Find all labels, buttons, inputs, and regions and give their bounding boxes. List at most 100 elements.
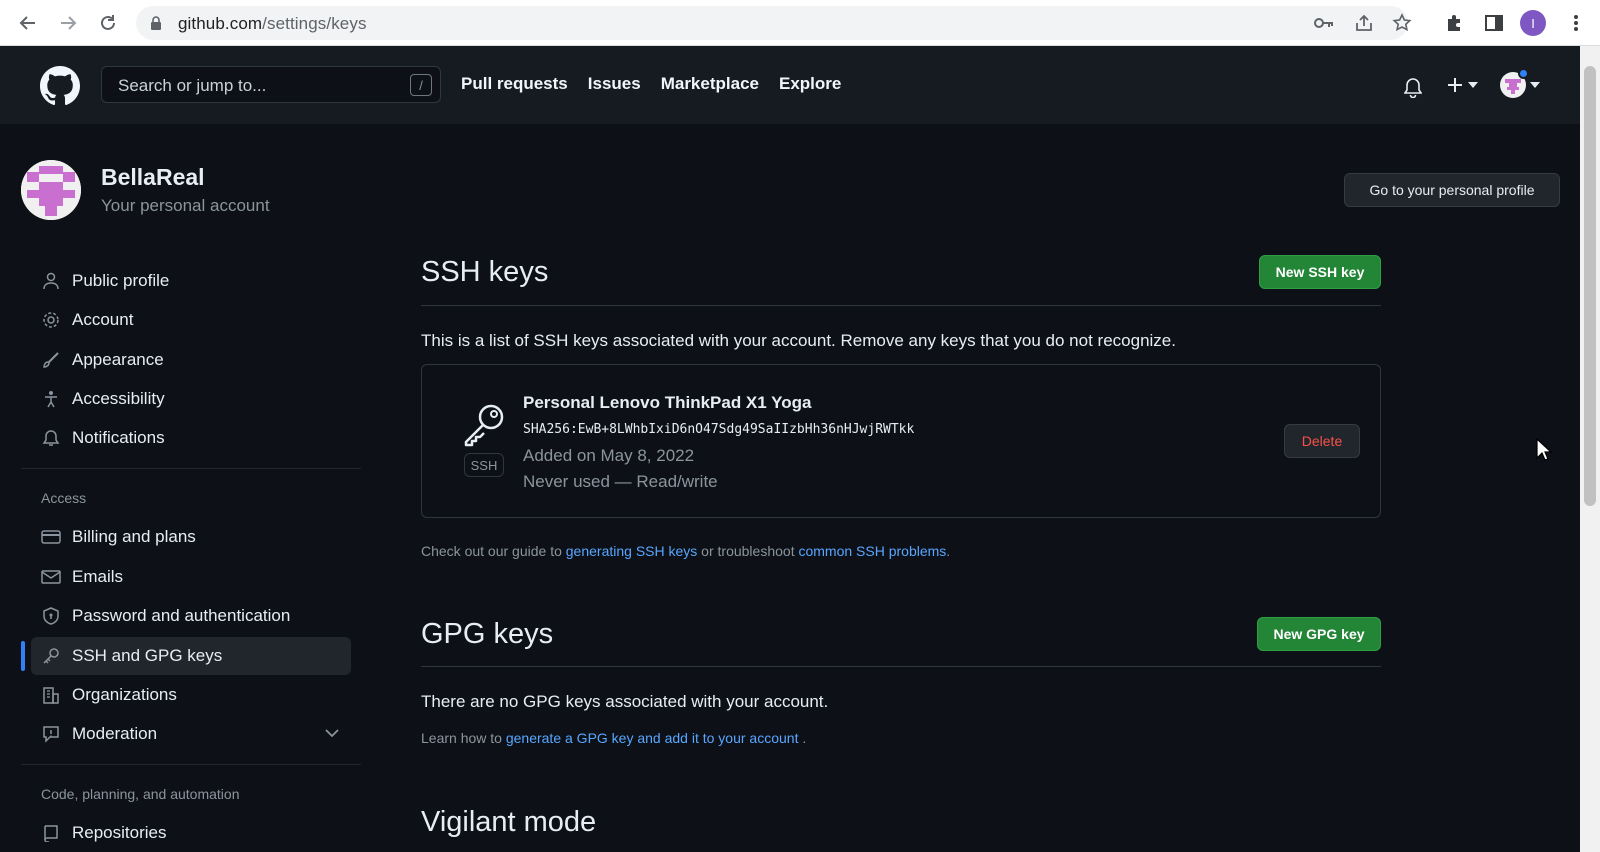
lock-icon [151, 16, 161, 30]
sidebar-item-label: Emails [72, 567, 124, 586]
nav-pull-requests[interactable]: Pull requests [461, 74, 568, 94]
url-text: github.com/settings/keys [178, 14, 367, 33]
user-name[interactable]: BellaReal [101, 164, 205, 191]
bell-icon [40, 427, 62, 449]
browser-menu-button[interactable] [1562, 9, 1590, 37]
section-divider [421, 305, 1381, 306]
sidebar-item-label: Appearance [72, 350, 164, 369]
delete-ssh-key-button[interactable]: Delete [1284, 424, 1360, 458]
sidebar-heading-code: Code, planning, and automation [41, 786, 240, 802]
sidebar-item-label: Account [72, 310, 134, 329]
sidebar-item-label: Notifications [72, 428, 165, 447]
sidebar-item-repositories[interactable]: Repositories [31, 814, 351, 852]
ssh-key-card: SSH Personal Lenovo ThinkPad X1 Yoga SHA… [421, 364, 1381, 518]
back-button[interactable] [14, 9, 42, 37]
nav-explore[interactable]: Explore [779, 74, 841, 94]
sidebar-divider [21, 468, 361, 469]
organization-icon [40, 684, 62, 706]
bell-icon[interactable] [1404, 78, 1422, 98]
nav-marketplace[interactable]: Marketplace [661, 74, 759, 94]
sidebar-item-accessibility[interactable]: Accessibility [31, 380, 351, 418]
ssh-keys-heading: SSH keys [421, 256, 549, 288]
plus-icon [1448, 78, 1462, 92]
user-avatar[interactable] [21, 160, 81, 220]
active-indicator [21, 641, 25, 671]
gpg-keys-description: There are no GPG keys associated with yo… [421, 692, 829, 711]
repo-icon [40, 822, 62, 844]
browser-profile-avatar[interactable]: I [1520, 10, 1546, 36]
paintbrush-icon [40, 349, 62, 371]
ssh-key-title: Personal Lenovo ThinkPad X1 Yoga [523, 393, 812, 412]
key-icon [40, 645, 62, 667]
user-account-type: Your personal account [101, 196, 270, 215]
accessibility-icon [40, 388, 62, 410]
mail-icon [40, 566, 62, 588]
generating-ssh-keys-link[interactable]: generating SSH keys [566, 543, 698, 559]
chevron-down-icon[interactable] [325, 729, 339, 738]
forward-button[interactable] [54, 9, 82, 37]
github-header: Search or jump to... / Pull requests Iss… [0, 46, 1580, 124]
search-input[interactable]: Search or jump to... / [101, 66, 441, 103]
sidebar-item-organizations[interactable]: Organizations [31, 676, 351, 714]
gear-icon [40, 309, 62, 331]
ssh-key-added-date: Added on May 8, 2022 [523, 446, 695, 465]
go-to-profile-button[interactable]: Go to your personal profile [1344, 173, 1560, 207]
sidebar-heading-access: Access [41, 490, 87, 506]
reload-button[interactable] [94, 9, 122, 37]
share-icon [1356, 14, 1372, 31]
sidebar-item-label: Public profile [72, 271, 170, 290]
new-ssh-key-button[interactable]: New SSH key [1259, 255, 1381, 289]
mouse-cursor-icon [1536, 438, 1552, 461]
sidebar-item-label: Accessibility [72, 389, 165, 408]
sidebar-divider [21, 764, 361, 765]
caret-down-icon [1530, 82, 1540, 88]
new-gpg-key-button[interactable]: New GPG key [1257, 617, 1381, 651]
sidebar-item-emails[interactable]: Emails [31, 558, 351, 596]
sidebar-item-label: Billing and plans [72, 527, 196, 546]
vigilant-mode-heading: Vigilant mode [421, 806, 597, 838]
section-divider [421, 666, 1381, 667]
ssh-key-usage: Never used — Read/write [523, 472, 718, 491]
header-nav: Pull requests Issues Marketplace Explore [461, 74, 841, 94]
forward-arrow-icon [61, 16, 77, 30]
github-logo-icon[interactable] [40, 66, 80, 106]
address-bar[interactable]: github.com/settings/keys [136, 6, 1412, 40]
ssh-guide-note: Check out our guide to generating SSH ke… [421, 543, 951, 559]
report-icon [40, 723, 62, 745]
side-panel-button[interactable] [1480, 9, 1508, 37]
credit-card-icon [40, 526, 62, 548]
sidebar-item-notifications[interactable]: Notifications [31, 419, 351, 457]
sidebar-item-moderation[interactable]: Moderation [31, 715, 351, 753]
sidebar-item-billing[interactable]: Billing and plans [31, 518, 351, 556]
create-new-dropdown[interactable] [1446, 76, 1478, 94]
generate-gpg-key-link[interactable]: generate a GPG key and add it to your ac… [506, 730, 799, 746]
kebab-menu-icon [1574, 15, 1578, 31]
side-panel-icon [1485, 15, 1503, 31]
ssh-keys-description: This is a list of SSH keys associated wi… [421, 331, 1176, 350]
nav-issues[interactable]: Issues [588, 74, 641, 94]
sidebar-item-public-profile[interactable]: Public profile [31, 262, 351, 300]
search-shortcut-badge: / [410, 74, 432, 96]
sidebar-item-label: SSH and GPG keys [72, 646, 223, 665]
notification-dot [1518, 68, 1529, 79]
gpg-learn-note: Learn how to generate a GPG key and add … [421, 730, 807, 746]
sidebar-item-label: Repositories [72, 823, 167, 842]
sidebar-item-account[interactable]: Account [31, 301, 351, 339]
sidebar-item-password-auth[interactable]: Password and authentication [31, 597, 351, 635]
reload-icon [101, 15, 115, 30]
common-ssh-problems-link[interactable]: common SSH problems [798, 543, 946, 559]
sidebar-item-appearance[interactable]: Appearance [31, 341, 351, 379]
key-icon [464, 404, 504, 447]
sidebar-item-ssh-gpg-keys[interactable]: SSH and GPG keys [31, 637, 351, 675]
sidebar-item-label: Moderation [72, 724, 158, 743]
extensions-button[interactable] [1440, 9, 1468, 37]
identicon-image [21, 160, 81, 220]
caret-down-icon [1468, 82, 1478, 88]
person-icon [40, 270, 62, 292]
ssh-key-fingerprint: SHA256:EwB+8LWhbIxiD6nO47Sdg49SaIIzbHh36… [523, 422, 915, 437]
sidebar-item-label: Password and authentication [72, 606, 291, 625]
search-placeholder: Search or jump to... [118, 76, 267, 95]
password-key-icon [1314, 18, 1333, 28]
page-scrollbar[interactable] [1580, 46, 1600, 852]
scrollbar-thumb[interactable] [1584, 66, 1596, 506]
